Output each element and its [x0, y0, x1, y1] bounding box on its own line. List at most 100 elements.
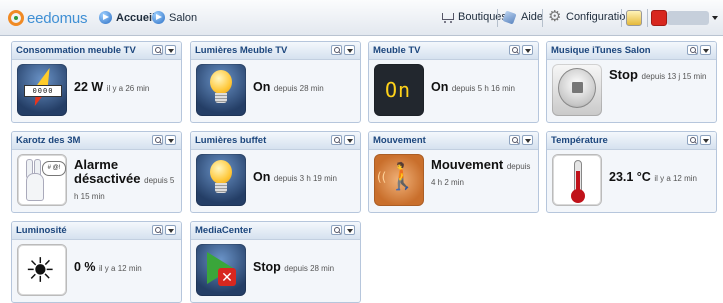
widget-tv-lights: Lumières Meuble TV On depuis 28 min: [190, 41, 361, 123]
value-text: 23.1 °C: [609, 170, 651, 184]
widget-luminosity: Luminosité ☀ 0 % il y a 12 min: [11, 221, 182, 303]
chevron-down-icon[interactable]: [165, 135, 176, 145]
lcd-text: On: [385, 78, 412, 102]
value-since: il y a 26 min: [106, 84, 150, 93]
separator: [497, 9, 498, 27]
help-icon: [503, 10, 519, 24]
search-icon[interactable]: [331, 135, 342, 145]
help-label: Aide: [521, 11, 544, 23]
configuration-link[interactable]: Configuration: [548, 7, 631, 25]
widget-header: Karotz des 3M: [12, 132, 181, 150]
widget-header: Température: [547, 132, 716, 150]
chevron-down-icon[interactable]: [522, 45, 533, 55]
speech-bubble: # @!: [42, 161, 66, 176]
value-text: 22 W: [74, 80, 104, 94]
widget-title: Mouvement: [373, 135, 426, 146]
widget-header: Mouvement: [369, 132, 538, 150]
user-account-box[interactable]: [667, 11, 709, 25]
arrow-circle-icon: [152, 11, 165, 24]
widget-value: Mouvement depuis 4 h 2 min: [431, 158, 534, 190]
shops-label: Boutiques: [458, 11, 507, 23]
light-bulb-icon[interactable]: [196, 64, 246, 116]
cart-icon: [440, 10, 456, 24]
chevron-down-icon[interactable]: [700, 45, 711, 55]
widget-header: Meuble TV: [369, 42, 538, 60]
chevron-down-icon[interactable]: [522, 135, 533, 145]
motion-walker-icon[interactable]: (( 🚶: [374, 154, 424, 206]
chevron-down-icon[interactable]: [344, 135, 355, 145]
light-bulb-icon[interactable]: [196, 154, 246, 206]
search-icon[interactable]: [509, 45, 520, 55]
widget-header: Lumières buffet: [191, 132, 360, 150]
widget-title: Karotz des 3M: [16, 135, 81, 146]
widget-title: Lumières buffet: [195, 135, 267, 146]
search-icon[interactable]: [331, 45, 342, 55]
widget-value: 23.1 °C il y a 12 min: [609, 170, 712, 186]
widget-header: Luminosité: [12, 222, 181, 240]
nav-room-link[interactable]: Salon: [152, 11, 197, 24]
widget-value: On depuis 28 min: [253, 80, 356, 96]
chevron-down-icon[interactable]: [712, 16, 718, 20]
search-icon[interactable]: [152, 45, 163, 55]
widget-value: 22 W il y a 26 min: [74, 80, 177, 96]
widget-title: Consommation meuble TV: [16, 45, 136, 56]
widget-value: On depuis 3 h 19 min: [253, 170, 356, 186]
widget-motion: Mouvement (( 🚶 Mouvement depuis 4 h 2 mi…: [368, 131, 539, 213]
widget-temperature: Température 23.1 °C il y a 12 min: [546, 131, 717, 213]
widget-value: Stop depuis 13 j 15 min: [609, 68, 712, 84]
search-icon[interactable]: [687, 135, 698, 145]
brand-logo[interactable]: eedomus: [8, 8, 88, 28]
separator: [542, 9, 543, 27]
value-since: depuis 3 h 19 min: [273, 174, 337, 183]
widget-value: Stop depuis 28 min: [253, 260, 356, 276]
widget-value: 0 % il y a 12 min: [74, 260, 177, 276]
separator: [647, 9, 648, 27]
value-text: On: [253, 170, 271, 184]
sun-icon[interactable]: ☀: [17, 244, 67, 296]
chevron-down-icon[interactable]: [165, 45, 176, 55]
search-icon[interactable]: [509, 135, 520, 145]
tv-display-icon[interactable]: On: [374, 64, 424, 116]
widget-karotz: Karotz des 3M # @! Alarme désactivée dep…: [11, 131, 182, 213]
separator: [621, 9, 622, 27]
eedomus-logo-icon: [8, 10, 24, 26]
media-center-icon[interactable]: ✕: [196, 244, 246, 296]
value-since: il y a 12 min: [99, 264, 142, 273]
search-icon[interactable]: [687, 45, 698, 55]
thermometer-icon[interactable]: [552, 154, 602, 206]
value-text: Stop: [253, 260, 281, 274]
chevron-down-icon[interactable]: [165, 225, 176, 235]
meter-digits: 0000: [24, 85, 62, 97]
rabbit-icon[interactable]: # @!: [17, 154, 67, 206]
search-icon[interactable]: [152, 135, 163, 145]
stop-disc-icon[interactable]: [552, 64, 602, 116]
nav-home-link[interactable]: Accueil: [99, 11, 155, 24]
energy-meter-icon[interactable]: 0000: [17, 64, 67, 116]
widget-title: Température: [551, 135, 608, 146]
value-since: depuis 28 min: [273, 84, 324, 93]
brand-name: eedomus: [27, 9, 88, 27]
widget-header: Lumières Meuble TV: [191, 42, 360, 60]
widget-energy: Consommation meuble TV 0000 22 W il y a …: [11, 41, 182, 123]
chevron-down-icon[interactable]: [344, 45, 355, 55]
value-text: Alarme désactivée: [74, 157, 141, 186]
gear-icon: [548, 7, 564, 25]
alert-icon[interactable]: [626, 10, 642, 26]
value-text: 0 %: [74, 260, 96, 274]
nav-home-label: Accueil: [116, 11, 156, 24]
chevron-down-icon[interactable]: [344, 225, 355, 235]
search-icon[interactable]: [152, 225, 163, 235]
widget-title: Musique iTunes Salon: [551, 45, 651, 56]
widget-tv-furniture: Meuble TV On On depuis 5 h 16 min: [368, 41, 539, 123]
chevron-down-icon[interactable]: [700, 135, 711, 145]
widget-buffet-lights: Lumières buffet On depuis 3 h 19 min: [190, 131, 361, 213]
value-since: depuis 5 h 16 min: [451, 84, 515, 93]
top-bar: eedomus Accueil Salon Boutiques Aide Con…: [0, 0, 723, 36]
help-link[interactable]: Aide: [503, 10, 543, 24]
search-icon[interactable]: [331, 225, 342, 235]
power-icon[interactable]: [651, 10, 667, 26]
value-text: On: [431, 80, 449, 94]
value-since: il y a 12 min: [654, 174, 697, 183]
widget-title: Lumières Meuble TV: [195, 45, 288, 56]
widget-value: Alarme désactivée depuis 5 h 15 min: [74, 158, 177, 204]
